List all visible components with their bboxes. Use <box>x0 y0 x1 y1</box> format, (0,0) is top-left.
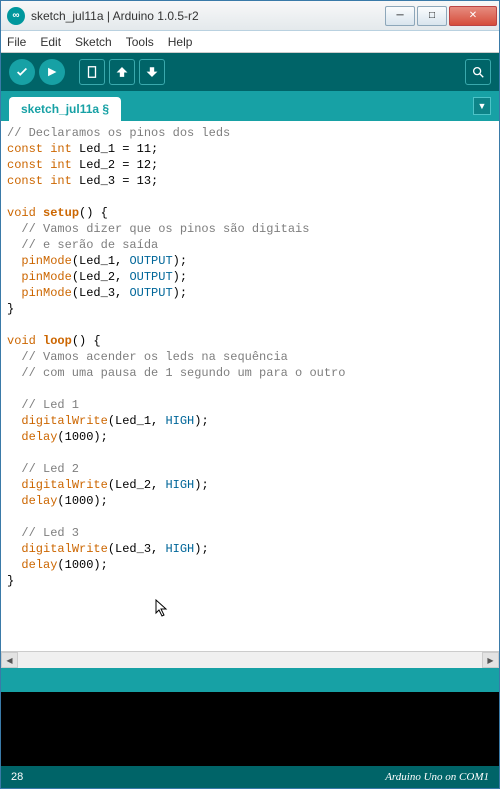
menu-edit[interactable]: Edit <box>40 35 61 49</box>
tab-menu-dropdown[interactable]: ▼ <box>473 97 491 115</box>
horizontal-scrollbar[interactable]: ◀ ▶ <box>1 651 499 668</box>
mouse-cursor-icon <box>155 599 171 619</box>
code-editor[interactable]: // Declaramos os pinos dos leds const in… <box>1 121 499 651</box>
upload-button[interactable] <box>39 59 65 85</box>
save-button[interactable] <box>139 59 165 85</box>
arduino-logo-icon: ∞ <box>7 7 25 25</box>
scroll-right-icon[interactable]: ▶ <box>482 652 499 668</box>
scroll-track[interactable] <box>18 652 482 668</box>
open-button[interactable] <box>109 59 135 85</box>
menu-help[interactable]: Help <box>168 35 193 49</box>
tab-sketch[interactable]: sketch_jul11a § <box>9 97 121 121</box>
menu-sketch[interactable]: Sketch <box>75 35 112 49</box>
window-title: sketch_jul11a | Arduino 1.0.5-r2 <box>31 9 383 23</box>
new-button[interactable] <box>79 59 105 85</box>
menubar: File Edit Sketch Tools Help <box>1 31 499 53</box>
menu-tools[interactable]: Tools <box>126 35 154 49</box>
maximize-button[interactable]: □ <box>417 6 447 26</box>
board-port: Arduino Uno on COM1 <box>385 771 489 783</box>
verify-button[interactable] <box>9 59 35 85</box>
message-bar <box>1 668 499 692</box>
console[interactable] <box>1 692 499 766</box>
scroll-left-icon[interactable]: ◀ <box>1 652 18 668</box>
editor-area: // Declaramos os pinos dos leds const in… <box>1 121 499 668</box>
close-button[interactable]: ✕ <box>449 6 497 26</box>
toolbar <box>1 53 499 91</box>
line-number: 28 <box>11 771 23 783</box>
arduino-ide-window: ∞ sketch_jul11a | Arduino 1.0.5-r2 ─ □ ✕… <box>0 0 500 789</box>
titlebar[interactable]: ∞ sketch_jul11a | Arduino 1.0.5-r2 ─ □ ✕ <box>1 1 499 31</box>
minimize-button[interactable]: ─ <box>385 6 415 26</box>
window-controls: ─ □ ✕ <box>383 6 497 26</box>
menu-file[interactable]: File <box>7 35 26 49</box>
serial-monitor-button[interactable] <box>465 59 491 85</box>
status-bar: 28 Arduino Uno on COM1 <box>1 766 499 788</box>
tabbar: sketch_jul11a § ▼ <box>1 91 499 121</box>
